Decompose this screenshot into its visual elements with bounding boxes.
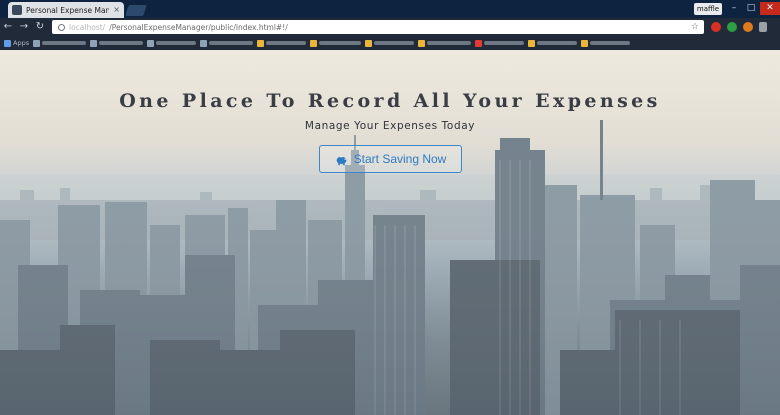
menu-icon[interactable] xyxy=(759,22,767,32)
address-bar[interactable]: localhost/ /PersonalExpenseManager/publi… xyxy=(52,20,704,34)
hero-subtitle: Manage Your Expenses Today xyxy=(304,120,476,132)
bookmark-item[interactable] xyxy=(475,38,525,49)
maximize-icon[interactable]: □ xyxy=(743,2,759,15)
bookmark-star-icon[interactable]: ☆ xyxy=(691,22,699,32)
bookmark-item[interactable]: Apps xyxy=(4,38,29,49)
bookmark-item[interactable] xyxy=(528,38,578,49)
profile-button[interactable]: maffle xyxy=(694,3,722,15)
bookmark-item[interactable] xyxy=(147,38,197,49)
bookmark-label-redacted xyxy=(156,41,197,45)
new-tab-button[interactable] xyxy=(125,5,147,16)
back-icon[interactable]: ← xyxy=(0,19,16,35)
start-saving-label: Start Saving Now xyxy=(353,152,447,166)
page-info-icon[interactable] xyxy=(58,23,65,31)
folder-icon xyxy=(257,39,265,47)
bookmarks-bar: Apps xyxy=(0,36,780,50)
folder-icon xyxy=(528,39,536,47)
forward-icon[interactable]: → xyxy=(16,19,32,35)
bookmark-item[interactable] xyxy=(33,38,87,49)
bookmark-icon xyxy=(33,39,41,47)
piggy-bank-icon xyxy=(336,155,347,165)
url-host: localhost/ xyxy=(69,22,106,32)
browser-titlebar: Personal Expense Manag × maffle – □ ✕ xyxy=(0,0,780,18)
browser-toolbar: ← → ↻ localhost/ /PersonalExpenseManager… xyxy=(0,18,780,36)
extension-icon[interactable] xyxy=(711,22,721,32)
reload-icon[interactable]: ↻ xyxy=(32,19,48,35)
landing-page: One Place To Record All Your Expenses Ma… xyxy=(0,50,780,415)
bookmark-item[interactable] xyxy=(200,38,254,49)
bookmark-item[interactable] xyxy=(365,38,415,49)
start-saving-button[interactable]: Start Saving Now xyxy=(319,145,462,173)
extension-icon[interactable] xyxy=(727,22,737,32)
bookmark-item[interactable] xyxy=(581,38,631,49)
tab-close-icon[interactable]: × xyxy=(113,6,120,14)
apps-icon xyxy=(4,39,11,47)
url-path: /PersonalExpenseManager/public/index.htm… xyxy=(109,22,288,32)
minimize-icon[interactable]: – xyxy=(726,2,742,15)
bookmark-label-redacted xyxy=(374,41,415,45)
bookmark-label-redacted xyxy=(484,41,525,45)
browser-tab[interactable]: Personal Expense Manag × xyxy=(8,2,124,18)
folder-icon xyxy=(581,39,589,47)
bookmark-label-redacted xyxy=(537,41,578,45)
bookmark-label-redacted xyxy=(319,41,362,45)
youtube-icon xyxy=(475,39,483,47)
close-window-icon[interactable]: ✕ xyxy=(760,2,780,15)
bookmark-label-redacted xyxy=(427,41,472,45)
bookmark-label-redacted xyxy=(42,41,87,45)
tab-title: Personal Expense Manag xyxy=(26,5,110,15)
bookmark-label-redacted xyxy=(99,41,144,45)
favicon-icon xyxy=(12,5,22,15)
extension-icon[interactable] xyxy=(743,22,753,32)
bookmark-label: Apps xyxy=(13,39,30,47)
folder-icon xyxy=(365,39,373,47)
hero-title: One Place To Record All Your Expenses xyxy=(119,90,661,112)
bookmark-item[interactable] xyxy=(418,38,472,49)
bookmark-label-redacted xyxy=(590,41,631,45)
bookmark-item[interactable] xyxy=(257,38,307,49)
bookmark-item[interactable] xyxy=(90,38,144,49)
bookmark-icon xyxy=(90,39,98,47)
bookmark-icon xyxy=(200,39,208,47)
bookmark-label-redacted xyxy=(266,41,307,45)
folder-icon xyxy=(418,39,426,47)
bookmark-icon xyxy=(147,39,155,47)
bookmark-label-redacted xyxy=(209,41,254,45)
bookmark-item[interactable] xyxy=(310,38,362,49)
folder-icon xyxy=(310,39,318,47)
